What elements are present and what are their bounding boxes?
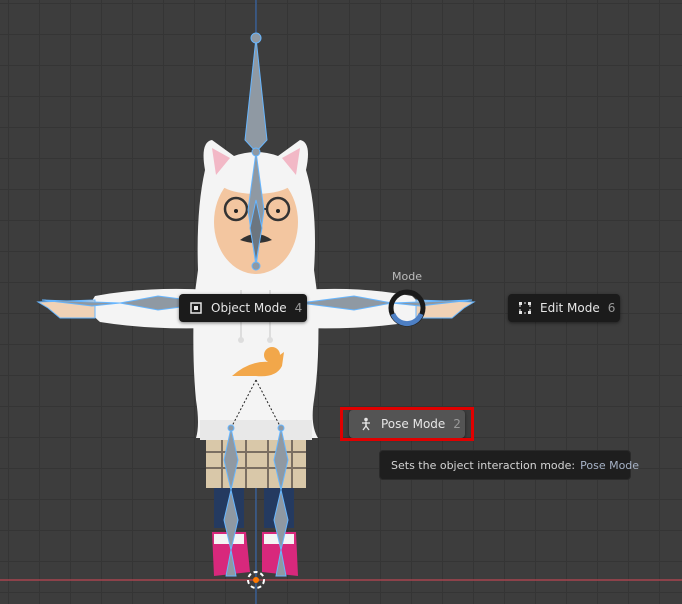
tooltip-text: Sets the object interaction mode: bbox=[391, 458, 576, 472]
edit-mode-label: Edit Mode bbox=[540, 301, 600, 315]
tooltip: Sets the object interaction mode: Pose M… bbox=[379, 450, 639, 480]
object-mode-button[interactable]: Object Mode 4 bbox=[179, 294, 307, 322]
edit-mode-icon bbox=[519, 302, 531, 314]
pose-mode-icon bbox=[362, 417, 370, 431]
pose-mode-label: Pose Mode bbox=[381, 417, 446, 431]
3d-viewport[interactable]: Mode Object Mode 4 Edit Mode 6 Pose Mode… bbox=[0, 0, 682, 604]
object-mode-shortcut: 4 bbox=[294, 301, 303, 315]
pose-mode-shortcut: 2 bbox=[453, 417, 461, 431]
edit-mode-button[interactable]: Edit Mode 6 bbox=[508, 294, 620, 322]
pie-menu-title: Mode bbox=[392, 270, 422, 283]
tooltip-value: Pose Mode bbox=[580, 458, 640, 472]
object-mode-label: Object Mode bbox=[211, 301, 287, 315]
edit-mode-shortcut: 6 bbox=[607, 301, 616, 315]
pose-mode-button[interactable]: Pose Mode 2 bbox=[349, 410, 465, 438]
object-mode-icon bbox=[190, 302, 202, 314]
